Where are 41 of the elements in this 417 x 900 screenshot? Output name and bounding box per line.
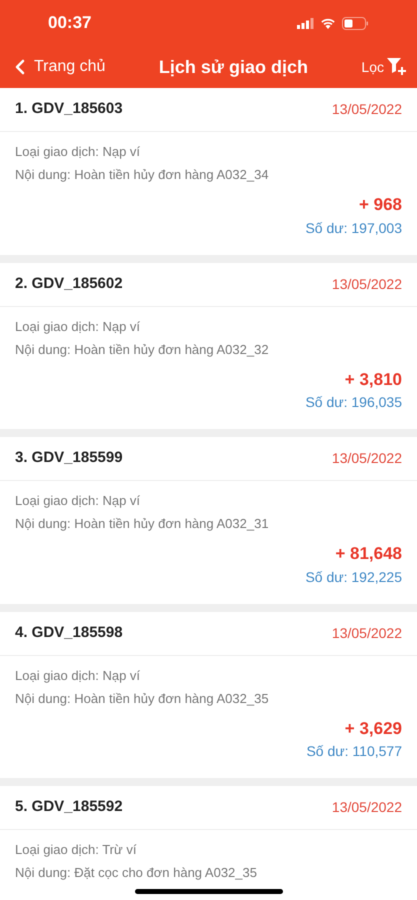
transaction-date: 13/05/2022 (332, 449, 402, 468)
transaction-amount: + 3,629 (344, 718, 402, 740)
balance-text: Số dư: 196,035 (305, 393, 402, 412)
transaction-type: Loại giao dịch: Trừ ví (15, 841, 136, 859)
transaction-date: 13/05/2022 (332, 624, 402, 642)
transaction-date: 13/05/2022 (332, 274, 402, 294)
transaction-card[interactable]: 5. GDV_185592 13/05/2022 Loại giao dịch: Trừ ví Nội dung: Đặt cọc cho đơn hàng A032_35 (0, 786, 417, 900)
transaction-content: Nội dung: Hoàn tiền hủy đơn hàng A032_32 (15, 340, 269, 359)
transaction-card[interactable]: 3. GDV_185599 13/05/2022 Loại giao dịch: Nạp ví Nội dung: Hoàn tiền hủy đơn hàng A032_31 + 81,648 Số dư: 192,225 (0, 437, 417, 604)
transaction-type: Loại giao dịch: Nạp ví (15, 318, 140, 336)
filter-add-icon (387, 58, 407, 76)
transaction-code: 4. GDV_185598 (15, 622, 123, 643)
transaction-card[interactable]: 2. GDV_185602 13/05/2022 Loại giao dịch: Nạp ví Nội dung: Hoàn tiền hủy đơn hàng A032_32 + 3,810 Số dư: 196,035 (0, 262, 417, 429)
signal-icon (297, 18, 314, 28)
transaction-type: Loại giao dịch: Nạp ví (15, 666, 140, 685)
transaction-code: 2. GDV_185602 (15, 274, 123, 294)
battery-icon (342, 16, 369, 30)
status-time: 00:37 (48, 12, 92, 34)
wifi-icon (320, 17, 336, 29)
transaction-amount: + 3,810 (344, 368, 402, 390)
transaction-code: 3. GDV_185599 (15, 448, 123, 468)
balance-text: Số dư: 197,003 (305, 218, 402, 238)
transaction-content: Nội dung: Hoàn tiền hủy đơn hàng A032_34 (15, 166, 269, 184)
transaction-card[interactable]: 1. GDV_185603 13/05/2022 Loại giao dịch: Nạp ví Nội dung: Hoàn tiền hủy đơn hàng A032_34 + 968 Số dư: 197,003 (0, 88, 417, 254)
transaction-amount: + 81,648 (335, 543, 402, 565)
transaction-type: Loại giao dịch: Nạp ví (15, 492, 140, 510)
back-button[interactable]: Trang chủ (8, 55, 106, 79)
transaction-content: Nội dung: Đặt cọc cho đơn hàng A032_35 (15, 864, 257, 882)
filter-button[interactable]: Lọc (361, 56, 409, 78)
transaction-content: Nội dung: Hoàn tiền hủy đơn hàng A032_31 (15, 515, 269, 533)
balance-text: Số dư: 192,225 (305, 568, 402, 586)
screen-title[interactable]: Lịch sử giao dịch (158, 54, 308, 80)
transaction-date: 13/05/2022 (332, 100, 402, 119)
transaction-code: 5. GDV_185592 (15, 797, 123, 818)
transaction-type: Loại giao dịch: Nạp ví (15, 143, 140, 161)
transaction-amount: + 968 (358, 194, 402, 216)
transaction-date: 13/05/2022 (332, 798, 402, 817)
transaction-code: 1. GDV_185603 (15, 99, 123, 120)
balance-text: Số dư: 110,577 (306, 742, 402, 761)
transaction-card[interactable]: 4. GDV_185598 13/05/2022 Loại giao dịch: Nạp ví Nội dung: Hoàn tiền hủy đơn hàng A032_35 + 3,629 Số dư: 110,577 (0, 612, 417, 778)
transaction-content: Nội dung: Hoàn tiền hủy đơn hàng A032_35 (15, 690, 269, 708)
